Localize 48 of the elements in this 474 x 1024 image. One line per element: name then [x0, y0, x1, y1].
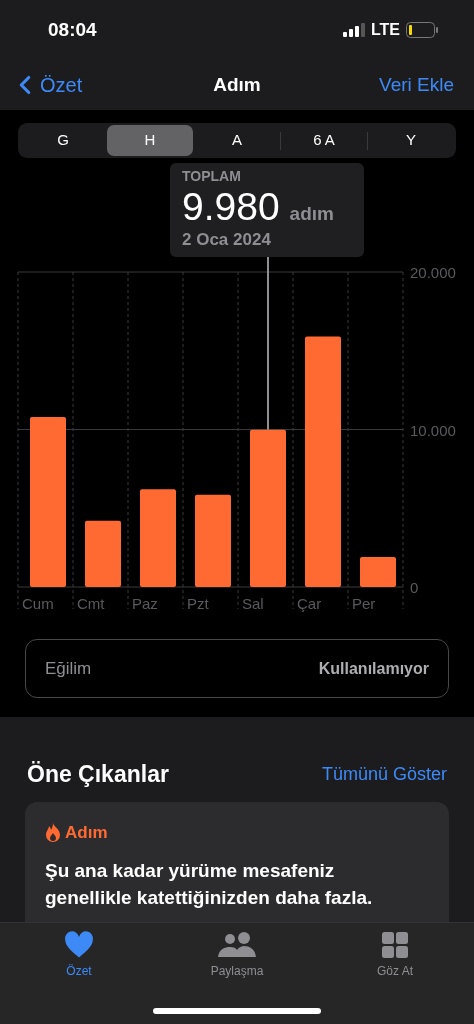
trend-label: Eğilim [45, 657, 92, 680]
tab-bar-item[interactable]: Göz At [340, 931, 450, 980]
axis-category-label: Paz [132, 595, 158, 612]
bar[interactable] [360, 557, 396, 587]
bar[interactable] [250, 429, 286, 587]
tooltip-date: 2 Oca 2024 [182, 228, 271, 251]
axis-category-label: Cum [22, 595, 54, 612]
trend-value: Kullanılamıyor [318, 658, 429, 679]
period-tab[interactable]: A [194, 125, 280, 156]
flame-icon [45, 822, 61, 842]
trend-row[interactable]: Eğilim Kullanılamıyor [25, 639, 449, 698]
battery-icon [406, 22, 438, 38]
axis-tick-label: 10.000 [410, 421, 456, 439]
axis-tick-label: 0 [410, 579, 419, 596]
grid-icon [381, 931, 409, 959]
axis-category-label: Cmt [77, 595, 105, 612]
axis-category-label: Çar [297, 595, 322, 612]
tooltip-unit: adım [289, 202, 334, 226]
status-time: 08:04 [48, 17, 97, 42]
bar[interactable] [195, 494, 231, 587]
people-icon [217, 931, 257, 959]
axis-tick-label: 20.000 [410, 264, 456, 281]
period-tab[interactable]: Y [368, 125, 454, 156]
section-title: Öne Çıkanlar [27, 760, 169, 789]
highlight-text: Şu ana kadar yürüme mesafeniz genellikle katettiğinizden daha fazla. [45, 859, 374, 910]
period-tab[interactable]: H [107, 125, 193, 156]
bar[interactable] [305, 336, 341, 587]
bar[interactable] [30, 416, 66, 587]
period-tab[interactable]: 6 A [281, 125, 367, 156]
bar[interactable] [85, 520, 121, 587]
screen-title: Adım [213, 72, 261, 97]
axis-category-label: Sal [242, 595, 264, 612]
signal-icon [342, 23, 365, 37]
axis-category-label: Per [352, 595, 376, 612]
axis-category-label: Pzt [187, 595, 209, 612]
show-all-link[interactable]: Tümünü Göster [321, 760, 447, 788]
period-tab[interactable]: G [20, 125, 106, 156]
highlight-card[interactable]: Adım Şu ana kadar yürüme mesafeniz genellikle katettiğinizden daha fazla. [25, 801, 449, 922]
bar[interactable] [140, 489, 176, 587]
tab-bar-item[interactable]: Paylaşma [182, 931, 292, 980]
tooltip-value: 9.980 [182, 186, 280, 228]
add-data-button[interactable]: Veri Ekle [379, 70, 464, 100]
network-label: LTE [370, 20, 400, 40]
highlight-category: Adım [65, 821, 108, 844]
tab-bar-item[interactable]: Özet [24, 931, 134, 980]
back-button[interactable]: Özet [10, 70, 83, 100]
tooltip-label: TOPLAM [182, 167, 241, 186]
heart-icon [64, 931, 94, 959]
